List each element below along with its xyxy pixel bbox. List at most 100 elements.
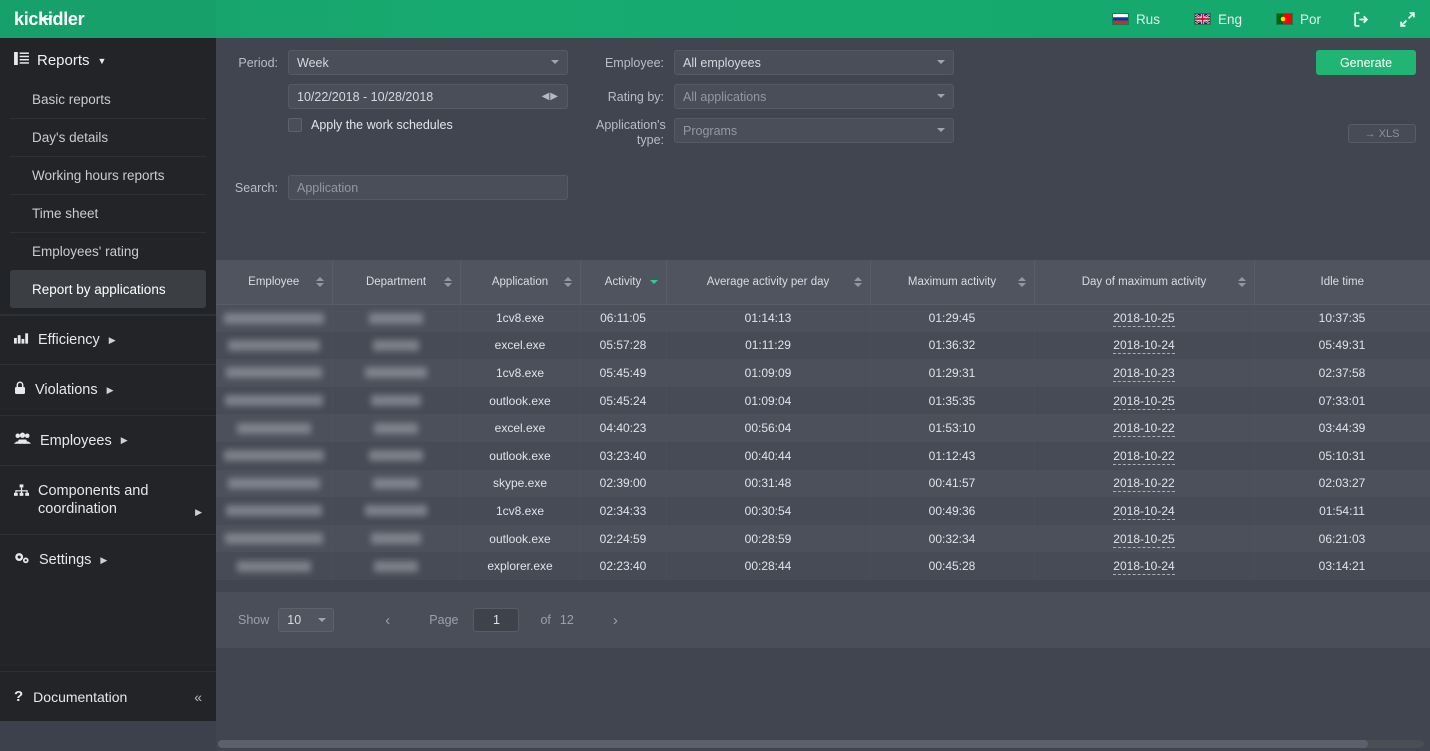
- redacted-value: [374, 560, 418, 572]
- search-input[interactable]: Application: [288, 175, 568, 200]
- day-of-maximum-activity-link[interactable]: 2018-10-23: [1113, 365, 1175, 382]
- sidebar-item-efficiency[interactable]: Efficiency ▶: [0, 315, 216, 364]
- rating-by-select[interactable]: All applications: [674, 84, 954, 109]
- table-row[interactable]: outlook.exe 03:23:40 00:40:44 01:12:43 2018-…: [216, 441, 1430, 470]
- sidebar-item-employees-rating[interactable]: Employees' rating: [10, 232, 206, 270]
- day-of-maximum-activity-link[interactable]: 2018-10-24: [1113, 338, 1175, 355]
- cell-activity: 05:57:28: [580, 331, 667, 360]
- day-of-maximum-activity-link[interactable]: 2018-10-24: [1113, 559, 1175, 576]
- previous-page-button[interactable]: ‹: [377, 612, 398, 629]
- sidebar-item-settings[interactable]: Settings ▶: [0, 534, 216, 585]
- page-number-input[interactable]: [473, 608, 520, 632]
- table-row[interactable]: 1cv8.exe 05:45:49 01:09:09 01:29:31 2018-10-…: [216, 359, 1430, 387]
- generate-button[interactable]: Generate: [1316, 50, 1416, 75]
- column-header-day-of-maximum-activity[interactable]: Day of maximum activity: [1034, 260, 1255, 305]
- sort-icon-active-desc[interactable]: [649, 279, 658, 284]
- column-header-average-activity-per-day[interactable]: Average activity per day: [666, 260, 871, 305]
- date-range-field[interactable]: 10/22/2018 - 10/28/2018 ◀▶: [288, 84, 568, 109]
- sidebar-item-employees[interactable]: Employees ▶: [0, 415, 216, 465]
- rows-per-page-select[interactable]: 10: [278, 608, 335, 632]
- table-row[interactable]: outlook.exe 02:24:59 00:28:59 00:32:34 2018-…: [216, 524, 1430, 553]
- fullscreen-icon[interactable]: [1384, 0, 1430, 38]
- day-of-maximum-activity-link[interactable]: 2018-10-22: [1113, 421, 1175, 438]
- apply-work-schedules-row[interactable]: Apply the work schedules: [288, 118, 453, 132]
- cell-day-of-maximum-activity[interactable]: 2018-10-25: [1034, 524, 1255, 553]
- cell-day-of-maximum-activity[interactable]: 2018-10-25: [1034, 304, 1255, 332]
- column-header-maximum-activity[interactable]: Maximum activity: [870, 260, 1035, 305]
- day-of-maximum-activity-link[interactable]: 2018-10-22: [1113, 448, 1175, 465]
- employee-select[interactable]: All employees: [674, 50, 954, 75]
- sidebar-group-reports-label: Reports: [37, 52, 90, 69]
- app-logo[interactable]: kickidler: [0, 0, 216, 38]
- cell-activity: 02:24:59: [580, 524, 667, 553]
- cell-day-of-maximum-activity[interactable]: 2018-10-22: [1034, 469, 1255, 498]
- column-header-employee[interactable]: Employee: [216, 260, 333, 305]
- sort-icon[interactable]: [443, 276, 452, 287]
- sidebar-group-reports[interactable]: Reports ▼: [0, 38, 216, 81]
- column-header-idle-time[interactable]: Idle time: [1254, 260, 1430, 305]
- cell-day-of-maximum-activity[interactable]: 2018-10-24: [1034, 552, 1255, 580]
- day-of-maximum-activity-link[interactable]: 2018-10-24: [1113, 503, 1175, 520]
- day-of-maximum-activity-link[interactable]: 2018-10-25: [1113, 393, 1175, 410]
- table-row[interactable]: 1cv8.exe 06:11:05 01:14:13 01:29:45 2018-10-…: [216, 304, 1430, 332]
- column-header-activity-label: Activity: [604, 275, 642, 288]
- column-header-department[interactable]: Department: [332, 260, 461, 305]
- day-of-maximum-activity-link[interactable]: 2018-10-22: [1113, 476, 1175, 493]
- rows-per-page-value: 10: [287, 613, 302, 627]
- period-select[interactable]: Week: [288, 50, 568, 75]
- apply-work-schedules-checkbox[interactable]: [288, 118, 302, 132]
- next-page-button[interactable]: ›: [605, 612, 626, 629]
- language-por[interactable]: Por: [1259, 0, 1338, 38]
- logout-icon[interactable]: [1338, 0, 1384, 38]
- sidebar-item-violations[interactable]: Violations ▶: [0, 364, 216, 415]
- cell-activity: 02:23:40: [580, 552, 667, 580]
- sort-icon[interactable]: [315, 276, 324, 287]
- sidebar-item-documentation[interactable]: ? Documentation «: [0, 671, 216, 721]
- sort-icon[interactable]: [1237, 276, 1246, 287]
- sort-icon[interactable]: [563, 276, 572, 287]
- sidebar-item-working-hours-reports[interactable]: Working hours reports: [10, 156, 206, 194]
- cell-day-of-maximum-activity[interactable]: 2018-10-22: [1034, 414, 1255, 442]
- export-xls-button[interactable]: → XLS: [1348, 124, 1416, 143]
- cell-day-of-maximum-activity[interactable]: 2018-10-23: [1034, 359, 1255, 387]
- language-eng[interactable]: Eng: [1177, 0, 1259, 38]
- report-table: Employee Department Application Activity: [216, 260, 1430, 580]
- cell-average-activity-per-day: 01:11:29: [666, 331, 871, 360]
- table-row[interactable]: skype.exe 02:39:00 00:31:48 00:41:57 2018-10…: [216, 469, 1430, 498]
- application-type-select[interactable]: Programs: [674, 118, 954, 143]
- day-of-maximum-activity-link[interactable]: 2018-10-25: [1113, 311, 1175, 328]
- sidebar-item-components-and-coordination[interactable]: Components and coordination ▶: [0, 465, 216, 534]
- table-row[interactable]: 1cv8.exe 02:34:33 00:30:54 00:49:36 2018-10-…: [216, 497, 1430, 525]
- sidebar-item-days-details[interactable]: Day's details: [10, 118, 206, 156]
- table-row[interactable]: outlook.exe 05:45:24 01:09:04 01:35:35 2018-…: [216, 386, 1430, 415]
- cell-department: [332, 469, 461, 498]
- sort-icon[interactable]: [1017, 276, 1026, 287]
- date-range-stepper-icons[interactable]: ◀▶: [542, 91, 559, 102]
- cell-department: [332, 304, 461, 332]
- sort-icon[interactable]: [853, 276, 862, 287]
- sidebar-item-time-sheet[interactable]: Time sheet: [10, 194, 206, 232]
- cell-day-of-maximum-activity[interactable]: 2018-10-22: [1034, 441, 1255, 470]
- table-row[interactable]: explorer.exe 02:23:40 00:28:44 00:45:28 2018…: [216, 552, 1430, 580]
- language-rus[interactable]: Rus: [1095, 0, 1177, 38]
- chevron-down-icon: [318, 618, 327, 622]
- sidebar-item-report-by-applications[interactable]: Report by applications: [10, 270, 206, 308]
- redacted-value: [365, 367, 427, 379]
- horizontal-scrollbar[interactable]: [218, 740, 1424, 748]
- table-row[interactable]: excel.exe 04:40:23 00:56:04 01:53:10 2018-10…: [216, 414, 1430, 442]
- table-row[interactable]: excel.exe 05:57:28 01:11:29 01:36:32 2018-10…: [216, 331, 1430, 360]
- cell-day-of-maximum-activity[interactable]: 2018-10-25: [1034, 386, 1255, 415]
- cell-idle-time: 07:33:01: [1254, 386, 1430, 415]
- chevron-down-icon: [551, 60, 559, 64]
- cell-average-activity-per-day: 01:09:09: [666, 359, 871, 387]
- total-pages-value: 12: [559, 613, 574, 627]
- day-of-maximum-activity-link[interactable]: 2018-10-25: [1113, 531, 1175, 548]
- collapse-left-icon[interactable]: «: [194, 689, 202, 705]
- cell-employee: [216, 304, 333, 332]
- column-header-application[interactable]: Application: [460, 260, 581, 305]
- cell-day-of-maximum-activity[interactable]: 2018-10-24: [1034, 497, 1255, 525]
- column-header-activity[interactable]: Activity: [580, 260, 667, 305]
- sidebar-item-basic-reports[interactable]: Basic reports: [10, 81, 206, 118]
- cell-day-of-maximum-activity[interactable]: 2018-10-24: [1034, 331, 1255, 360]
- horizontal-scrollbar-thumb[interactable]: [218, 740, 1368, 748]
